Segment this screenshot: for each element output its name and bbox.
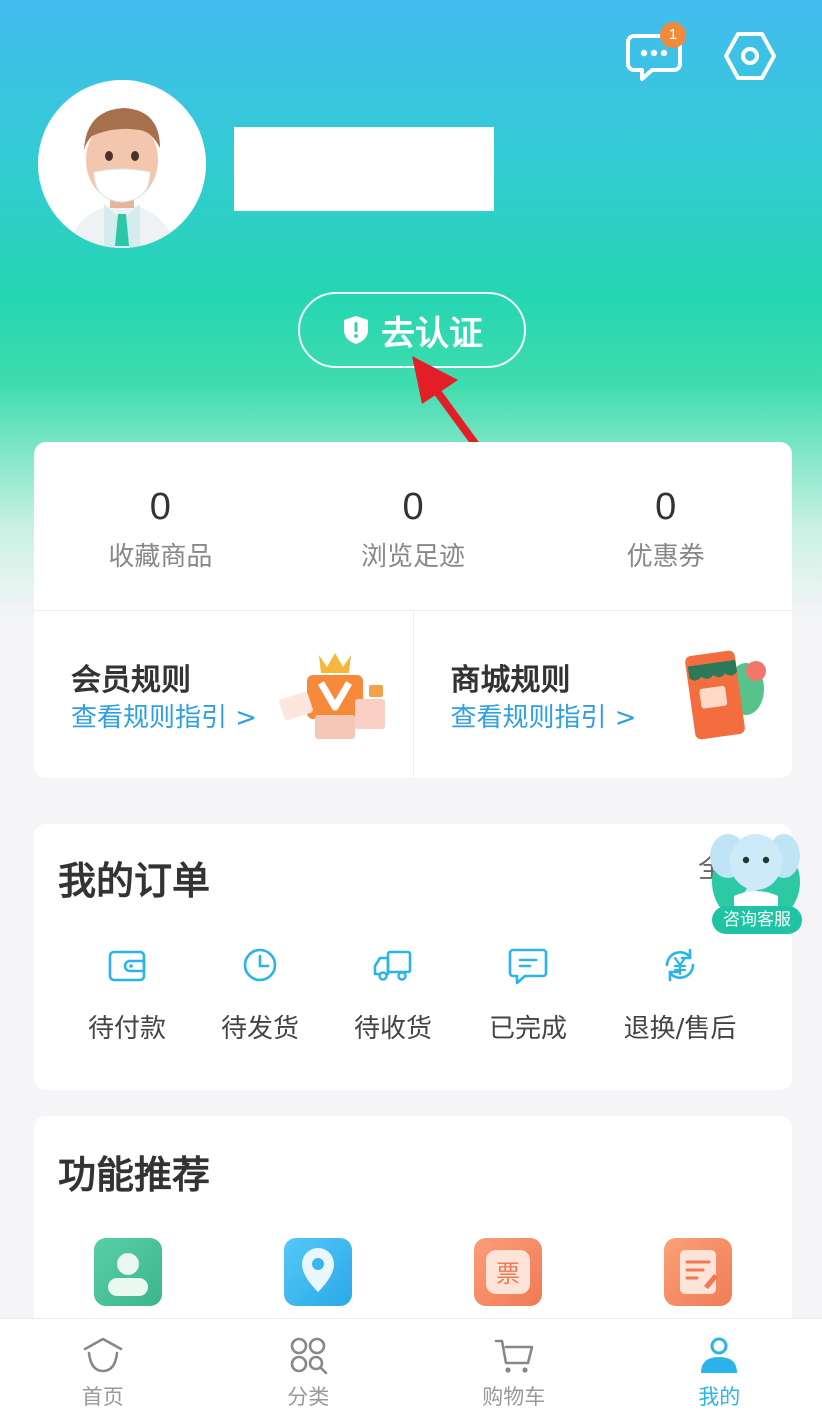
stat-label: 浏览足迹 <box>361 542 466 572</box>
orders-title: 我的订单 <box>58 859 211 903</box>
features-title: 功能推荐 <box>58 1153 211 1197</box>
tab-category[interactable]: 分类 <box>206 1319 412 1413</box>
stat-value: 0 <box>149 486 171 528</box>
rule-title: 商城规则 <box>450 663 571 698</box>
svg-text:票: 票 <box>496 1260 520 1288</box>
rule-title: 会员规则 <box>71 663 191 698</box>
stat-coupons[interactable]: 0 优惠券 <box>539 442 792 610</box>
rule-guide-link[interactable]: 查看规则指引 > <box>451 697 637 734</box>
customer-service-label: 咨询客服 <box>712 906 802 934</box>
shield-alert-icon <box>344 316 368 344</box>
shop-phone-illustration <box>685 650 766 740</box>
stat-label: 优惠券 <box>626 542 705 572</box>
home-icon <box>83 1337 123 1373</box>
truck-icon <box>373 950 412 981</box>
avatar[interactable] <box>38 80 206 248</box>
tab-profile[interactable]: 我的 <box>617 1319 822 1413</box>
ticket-icon: 票 <box>486 1250 530 1294</box>
message-count-badge: 1 <box>660 22 686 48</box>
tab-label: 分类 <box>287 1385 330 1409</box>
member-rules-card[interactable]: 会员规则 查看规则指引 > <box>34 611 413 778</box>
mall-rules-card[interactable]: 商城规则 查看规则指引 > <box>412 611 793 778</box>
order-completed[interactable]: 已完成 <box>488 944 568 1045</box>
tab-cart[interactable]: 购物车 <box>411 1319 617 1413</box>
message-check-icon <box>508 948 548 985</box>
stat-favorites[interactable]: 0 收藏商品 <box>34 442 287 610</box>
rule-guide-link[interactable]: 查看规则指引 > <box>71 697 257 734</box>
wallet-icon <box>108 950 146 982</box>
vip-gift-illustration <box>278 653 385 739</box>
tab-label: 首页 <box>81 1385 124 1409</box>
settings-button[interactable] <box>724 30 776 82</box>
order-label: 退换/售后 <box>623 1014 737 1044</box>
tab-label: 购物车 <box>482 1385 546 1409</box>
cart-icon <box>494 1339 534 1373</box>
order-pending-payment[interactable]: 待付款 <box>87 944 167 1045</box>
username-placeholder <box>234 127 494 211</box>
feature-user-card[interactable] <box>94 1238 162 1306</box>
clock-icon <box>243 948 277 982</box>
tab-home[interactable]: 首页 <box>0 1319 206 1413</box>
orders-card: 我的订单 全 待付款 待发货 待收货 已完成 退换/售后 <box>34 824 792 1090</box>
order-label: 待发货 <box>220 1014 299 1044</box>
stats-card: 0 收藏商品 0 浏览足迹 0 优惠券 会员规则 查看规则指引 > 商城规则 查… <box>34 442 792 778</box>
tab-label: 我的 <box>698 1385 741 1409</box>
stat-value: 0 <box>655 486 677 528</box>
order-after-sales[interactable]: 退换/售后 <box>620 944 740 1045</box>
stat-value: 0 <box>402 486 424 528</box>
yen-refresh-icon <box>665 948 695 982</box>
order-label: 待收货 <box>353 1014 432 1044</box>
feature-edit-doc[interactable] <box>664 1238 732 1306</box>
edit-doc-icon <box>680 1250 718 1294</box>
verify-button[interactable]: 去认证 <box>298 292 526 368</box>
profile-icon <box>701 1337 738 1373</box>
order-label: 待付款 <box>87 1014 166 1044</box>
order-pending-shipment[interactable]: 待发货 <box>220 944 300 1045</box>
settings-gear-icon <box>724 32 776 80</box>
doctor-avatar-illustration <box>38 80 206 248</box>
bottom-tab-bar: 首页 分类 购物车 我的 <box>0 1318 822 1413</box>
order-label: 已完成 <box>488 1014 567 1044</box>
user-card-icon <box>108 1253 148 1296</box>
feature-ticket[interactable]: 票 <box>474 1238 542 1306</box>
verify-button-label: 去认证 <box>381 313 483 354</box>
category-icon <box>290 1337 328 1375</box>
stat-label: 收藏商品 <box>108 542 213 572</box>
feature-location[interactable] <box>284 1238 352 1306</box>
location-pin-icon <box>302 1248 334 1292</box>
stat-history[interactable]: 0 浏览足迹 <box>287 442 540 610</box>
order-pending-receipt[interactable]: 待收货 <box>353 944 433 1045</box>
